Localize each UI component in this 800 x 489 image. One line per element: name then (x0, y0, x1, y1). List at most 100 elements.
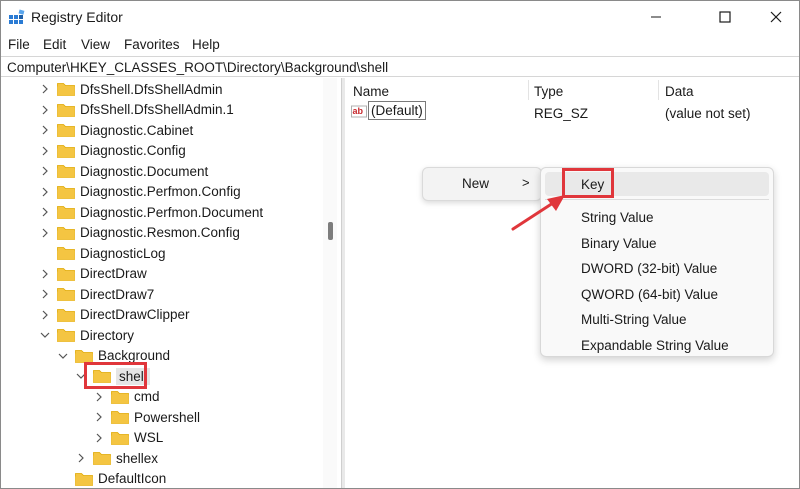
chevron-right-icon[interactable] (39, 186, 51, 198)
tree-item[interactable]: DfsShell.DfsShellAdmin (39, 79, 223, 99)
tree-item-label: Powershell (134, 409, 201, 425)
chevron-down-icon[interactable] (57, 350, 69, 362)
chevron-right-icon[interactable] (39, 165, 51, 177)
value-type: REG_SZ (534, 106, 589, 121)
chevron-right-icon[interactable] (39, 206, 51, 218)
folder-icon (57, 144, 75, 158)
column-divider[interactable] (658, 80, 659, 100)
submenu-item-string-value[interactable]: String Value (581, 210, 654, 225)
value-data: (value not set) (665, 106, 751, 121)
chevron-right-icon[interactable] (93, 411, 105, 423)
chevron-right-icon[interactable] (75, 452, 87, 464)
folder-icon (57, 103, 75, 117)
chevron-right-icon[interactable] (39, 104, 51, 116)
key-item-highlight-box (562, 168, 614, 198)
folder-icon (93, 451, 111, 465)
tree-item[interactable]: cmd (93, 387, 160, 407)
tree-item-label: Diagnostic.Config (80, 143, 186, 158)
close-button[interactable] (753, 1, 799, 33)
window-title: Registry Editor (31, 9, 123, 25)
folder-icon (57, 287, 75, 301)
chevron-right-icon[interactable] (39, 227, 51, 239)
chevron-right-icon[interactable] (39, 268, 51, 280)
chevron-right-icon[interactable] (39, 145, 51, 157)
tree-scrollbar[interactable] (323, 78, 337, 488)
column-header-name[interactable]: Name (353, 84, 389, 99)
submenu-item-expandable-string-value[interactable]: Expandable String Value (581, 338, 729, 353)
tree-item[interactable]: DirectDraw7 (39, 284, 154, 304)
folder-icon (57, 267, 75, 281)
folder-icon (57, 123, 75, 137)
tree-item[interactable]: Diagnostic.Resmon.Config (39, 223, 240, 243)
address-bar[interactable]: Computer\HKEY_CLASSES_ROOT\Directory\Bac… (1, 56, 799, 77)
menu-favorites[interactable]: Favorites (124, 37, 180, 52)
tree-item-label: DfsShell.DfsShellAdmin (80, 81, 223, 97)
submenu-item-qword-value[interactable]: QWORD (64-bit) Value (581, 287, 718, 302)
submenu-item-dword-value[interactable]: DWORD (32-bit) Value (581, 261, 717, 276)
tree-item[interactable]: WSL (93, 428, 163, 448)
chevron-right-icon[interactable] (93, 432, 105, 444)
submenu-divider (545, 199, 769, 200)
key-tree: DfsShell.DfsShellAdmin DfsShell.DfsShellA… (1, 78, 338, 488)
string-value-icon: ab (351, 103, 367, 119)
tree-item-label: DirectDrawClipper (80, 307, 190, 322)
menu-edit[interactable]: Edit (43, 37, 66, 52)
tree-scrollbar-thumb[interactable] (328, 222, 333, 240)
tree-item-label: Diagnostic.Perfmon.Config (80, 184, 241, 199)
chevron-right-icon[interactable] (39, 83, 51, 95)
column-header-data[interactable]: Data (665, 84, 694, 99)
submenu-chevron-icon: > (522, 175, 530, 190)
registry-editor-window: Registry Editor File Edit View Favorites… (0, 0, 800, 489)
menu-bar: File Edit View Favorites Help (1, 33, 799, 55)
folder-icon (57, 226, 75, 240)
folder-icon (57, 205, 75, 219)
tree-item-label: Directory (80, 327, 135, 343)
folder-icon (111, 431, 129, 445)
tree-item[interactable]: Diagnostic.Perfmon.Config (39, 182, 241, 202)
submenu-item-multi-string-value[interactable]: Multi-String Value (581, 312, 687, 327)
chevron-right-icon[interactable] (93, 391, 105, 403)
shell-key-highlight-box (84, 362, 147, 389)
tree-item-label: DiagnosticLog (80, 245, 166, 261)
chevron-right-icon[interactable] (39, 124, 51, 136)
submenu-item-binary-value[interactable]: Binary Value (581, 236, 657, 251)
tree-item[interactable]: Directory (39, 325, 134, 345)
chevron-right-icon[interactable] (39, 309, 51, 321)
maximize-icon (719, 11, 731, 23)
tree-item[interactable]: DefaultIcon (57, 469, 166, 489)
maximize-button[interactable] (702, 1, 748, 33)
menu-view[interactable]: View (81, 37, 110, 52)
menu-help[interactable]: Help (192, 37, 220, 52)
tree-item-label: Diagnostic.Resmon.Config (80, 225, 240, 240)
annotation-arrow-icon (511, 195, 565, 231)
tree-item-label: Diagnostic.Cabinet (80, 122, 194, 138)
close-icon (770, 11, 782, 23)
tree-item[interactable]: DiagnosticLog (39, 243, 166, 263)
column-header-type[interactable]: Type (534, 84, 563, 99)
value-name-default[interactable]: (Default) (368, 101, 426, 120)
minimize-button[interactable] (633, 1, 679, 33)
tree-item-label: shellex (116, 450, 159, 466)
menu-item-new[interactable]: New (462, 176, 489, 191)
tree-item-label: Diagnostic.Perfmon.Document (80, 204, 264, 220)
tree-item[interactable]: DfsShell.DfsShellAdmin.1 (39, 100, 234, 120)
tree-item[interactable]: Diagnostic.Cabinet (39, 120, 193, 140)
tree-item[interactable]: Diagnostic.Perfmon.Document (39, 202, 263, 222)
folder-icon (57, 82, 75, 96)
tree-item[interactable]: Diagnostic.Document (39, 161, 208, 181)
tree-item[interactable]: Powershell (93, 407, 200, 427)
tree-item[interactable]: Diagnostic.Config (39, 141, 186, 161)
tree-item[interactable]: shellex (75, 448, 158, 468)
chevron-right-icon[interactable] (39, 288, 51, 300)
column-divider[interactable] (528, 80, 529, 100)
tree-item-label: DfsShell.DfsShellAdmin.1 (80, 102, 234, 117)
folder-icon (57, 328, 75, 342)
folder-icon (75, 472, 93, 486)
chevron-down-icon[interactable] (39, 329, 51, 341)
tree-item[interactable]: DirectDraw (39, 264, 147, 284)
folder-icon (57, 185, 75, 199)
menu-file[interactable]: File (8, 37, 30, 52)
folder-icon (57, 246, 75, 260)
tree-item[interactable]: DirectDrawClipper (39, 305, 190, 325)
